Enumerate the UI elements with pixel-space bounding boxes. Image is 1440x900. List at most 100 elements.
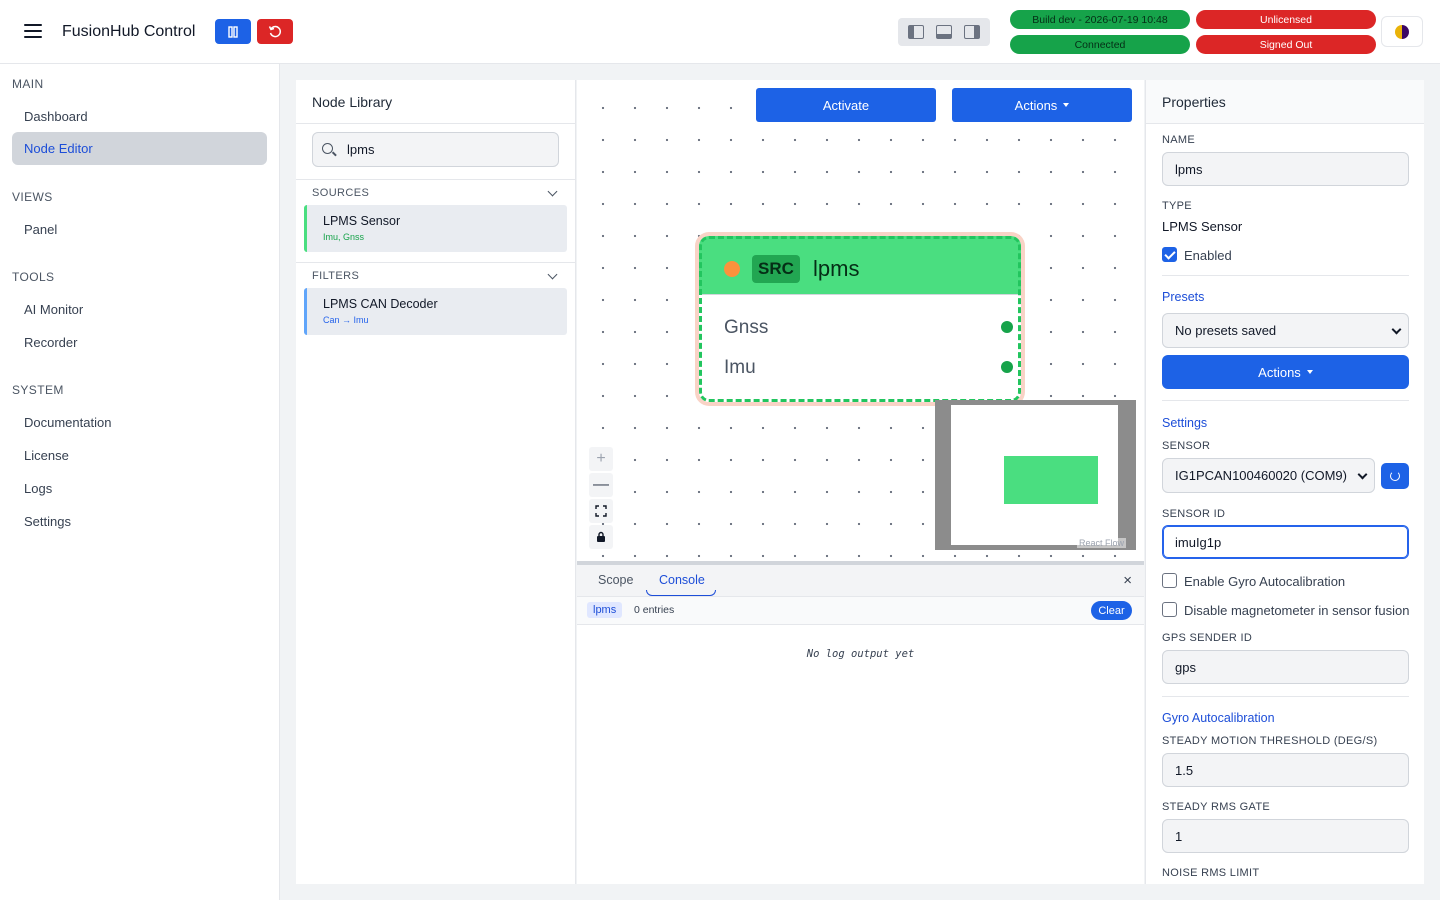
lock-button[interactable] (589, 525, 613, 549)
presets-select[interactable]: No presets saved (1162, 313, 1409, 348)
sensor-id-field[interactable]: imuIg1p (1162, 525, 1409, 559)
sensor-select[interactable]: IG1PCAN100460020 (COM9) (1162, 458, 1375, 493)
category-sources-label: SOURCES (312, 186, 370, 199)
minimap-node (1004, 456, 1098, 504)
enabled-label: Enabled (1184, 248, 1232, 263)
canvas-actions-label: Actions (1014, 97, 1058, 113)
caret-down-icon (1063, 103, 1070, 107)
sidebar-item-recorder[interactable]: Recorder (12, 326, 267, 359)
sidebar-item-settings[interactable]: Settings (12, 505, 267, 538)
library-node-name: LPMS Sensor (323, 214, 401, 228)
search-icon (322, 143, 333, 154)
preset-actions-label: Actions (1258, 364, 1301, 380)
sidebar-item-dashboard[interactable]: Dashboard (12, 100, 267, 133)
sidebar-item-panel[interactable]: Panel (12, 213, 267, 246)
bottom-panel-toggle-icon[interactable] (936, 25, 952, 39)
clear-button[interactable]: Clear (1091, 601, 1132, 620)
properties-panel: Properties NAME lpms TYPE LPMS Sensor En… (1145, 80, 1424, 884)
chevron-down-icon[interactable] (547, 269, 558, 280)
library-search-input[interactable] (347, 133, 547, 166)
license-badge[interactable]: Unlicensed (1196, 10, 1376, 29)
output-handle-gnss[interactable] (1001, 321, 1013, 333)
disable-mag-checkbox[interactable] (1162, 602, 1177, 617)
divider (1162, 696, 1409, 697)
canvas-actions-button[interactable]: Actions (952, 88, 1132, 122)
node-port-gnss: Gnss (724, 317, 769, 338)
layout-toggle-group (898, 18, 990, 46)
gyro-autocal-label: Enable Gyro Autocalibration (1184, 574, 1346, 589)
tab-console[interactable]: Console (659, 573, 705, 587)
auth-badge[interactable]: Signed Out (1196, 35, 1376, 54)
steady-motion-label: STEADY MOTION THRESHOLD (DEG/S) (1162, 735, 1378, 747)
node-status-dot (724, 261, 740, 277)
steady-rms-field[interactable]: 1 (1162, 819, 1409, 853)
chevron-down-icon (1357, 469, 1368, 480)
type-label: TYPE (1162, 200, 1192, 212)
pause-button[interactable] (215, 19, 251, 44)
console-panel: Scope Console × lpms 0 entries Clear No … (577, 561, 1144, 884)
node-library-title: Node Library (312, 94, 393, 110)
close-icon[interactable]: × (1123, 572, 1132, 589)
zoom-in-button[interactable]: + (589, 447, 613, 471)
node-library-panel: Node Library SOURCES LPMS Sensor Imu, Gn… (296, 80, 576, 884)
category-filters-label: FILTERS (312, 269, 360, 282)
activate-button[interactable]: Activate (756, 88, 936, 122)
output-handle-imu[interactable] (1001, 361, 1013, 373)
theme-toggle-button[interactable] (1381, 16, 1423, 47)
sidebar-section-system: SYSTEM (12, 383, 64, 397)
sensor-select-value: IG1PCAN100460020 (COM9) (1175, 468, 1347, 483)
category-sources[interactable]: SOURCES (296, 179, 576, 205)
flow-node-lpms[interactable]: SRC lpms Gnss Imu (699, 236, 1021, 402)
node-header[interactable]: SRC lpms (699, 236, 1021, 295)
sidebar-section-tools: TOOLS (12, 270, 55, 284)
library-node-lpms-sensor[interactable]: LPMS Sensor Imu, Gnss (304, 205, 567, 252)
gyro-autocal-checkbox[interactable] (1162, 573, 1177, 588)
library-node-lpms-can-decoder[interactable]: LPMS CAN Decoder Can → Imu (304, 288, 567, 335)
menu-icon[interactable] (24, 24, 42, 40)
gps-sender-field[interactable]: gps (1162, 650, 1409, 684)
name-field[interactable]: lpms (1162, 152, 1409, 186)
tab-scope[interactable]: Scope (598, 573, 633, 587)
caret-down-icon (1306, 370, 1313, 374)
build-badge: Build dev - 2026-07-19 10:48 (1010, 10, 1190, 29)
sidebar-item-logs[interactable]: Logs (12, 472, 267, 505)
console-filter-row: lpms 0 entries Clear (577, 597, 1144, 625)
disable-mag-label: Disable magnetometer in sensor fusion (1184, 603, 1410, 618)
top-bar: FusionHub Control Build dev - 2026-07-19… (0, 0, 1440, 64)
steady-rms-label: STEADY RMS GATE (1162, 801, 1271, 813)
divider (296, 123, 576, 124)
presets-section-title: Presets (1162, 290, 1205, 304)
refresh-sensors-button[interactable] (1381, 463, 1409, 489)
empty-log-message: No log output yet (806, 648, 915, 660)
theme-icon (1395, 24, 1409, 39)
chevron-down-icon[interactable] (547, 186, 558, 197)
restart-button[interactable] (257, 19, 293, 44)
node-port-imu: Imu (724, 357, 756, 378)
properties-title: Properties (1162, 94, 1226, 110)
divider (1162, 275, 1409, 276)
category-filters[interactable]: FILTERS (296, 262, 576, 288)
enabled-checkbox[interactable] (1162, 247, 1177, 262)
preset-actions-button[interactable]: Actions (1162, 355, 1409, 389)
right-panel-toggle-icon[interactable] (964, 25, 980, 39)
type-value: LPMS Sensor (1162, 219, 1243, 234)
react-flow-attribution[interactable]: React Flow (1076, 538, 1126, 548)
minimap[interactable]: React Flow (935, 400, 1136, 550)
app-title: FusionHub Control (62, 23, 196, 40)
fit-view-button[interactable] (589, 499, 613, 523)
steady-motion-field[interactable]: 1.5 (1162, 753, 1409, 787)
sidebar-item-node-editor[interactable]: Node Editor (12, 132, 267, 165)
node-canvas[interactable]: Activate Actions SRC lpms Gnss Imu + — R… (577, 80, 1144, 561)
chevron-down-icon (1391, 324, 1402, 335)
node-filter-chip[interactable]: lpms (587, 602, 623, 618)
sidebar-item-license[interactable]: License (12, 439, 267, 472)
entry-count: 0 entries (634, 604, 675, 616)
sidebar-item-documentation[interactable]: Documentation (12, 406, 267, 439)
sensor-id-label: SENSOR ID (1162, 508, 1226, 520)
connection-badge: Connected (1010, 35, 1190, 54)
zoom-out-button[interactable]: — (589, 473, 613, 497)
node-title: lpms (813, 256, 860, 281)
console-tab-bar: Scope Console × (577, 565, 1144, 597)
sidebar-item-ai-monitor[interactable]: AI Monitor (12, 293, 267, 326)
left-panel-toggle-icon[interactable] (908, 25, 924, 39)
